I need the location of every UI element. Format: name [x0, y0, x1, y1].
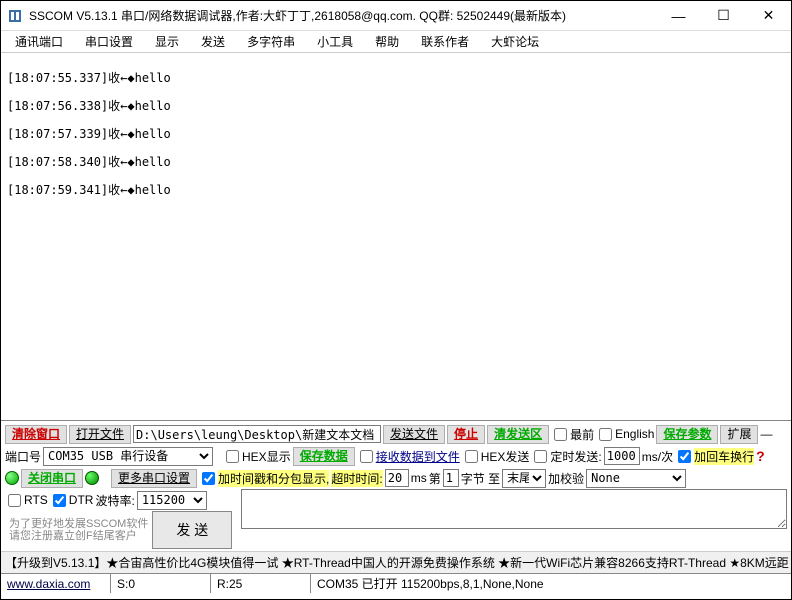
timed-send-checkbox[interactable]	[534, 450, 547, 463]
minimize-button[interactable]: —	[656, 1, 701, 30]
save-data-button[interactable]: 保存数据	[293, 447, 355, 466]
menu-serial-settings[interactable]: 串口设置	[75, 31, 143, 52]
topmost-checkbox[interactable]	[554, 428, 567, 441]
maximize-button[interactable]: ☐	[701, 1, 746, 30]
send-textarea[interactable]	[241, 489, 787, 529]
close-port-button[interactable]: 关闭串口	[21, 469, 83, 488]
menu-contact[interactable]: 联系作者	[411, 31, 479, 52]
extend-dash: —	[760, 427, 772, 441]
file-path-input[interactable]	[133, 425, 381, 443]
dtr-label: DTR	[69, 493, 94, 507]
add-check-label: 加校验	[548, 470, 584, 487]
extend-button[interactable]: 扩展	[720, 425, 758, 444]
log-line: [18:07:55.337]收←◆hello	[7, 71, 785, 85]
menu-forum[interactable]: 大虾论坛	[481, 31, 549, 52]
port-label: 端口号	[5, 448, 41, 465]
status-url[interactable]: www.daxia.com	[1, 574, 111, 593]
timeout-label: 超时时间:	[331, 470, 382, 487]
baud-label: 波特率:	[95, 492, 134, 509]
timeout-input[interactable]	[385, 469, 409, 487]
hex-send-checkbox[interactable]	[465, 450, 478, 463]
open-file-button[interactable]: 打开文件	[69, 425, 131, 444]
status-connection: COM35 已打开 115200bps,8,1,None,None	[311, 574, 791, 593]
timestamp-label: 加时间戳和分包显示,	[218, 470, 329, 487]
nth-label: 第	[429, 470, 441, 487]
timestamp-checkbox[interactable]	[202, 472, 215, 485]
baud-select[interactable]: 115200	[137, 491, 207, 510]
add-crlf-label: 加回车换行	[694, 448, 754, 465]
english-label: English	[615, 427, 654, 441]
rts-label: RTS	[24, 493, 48, 507]
tail-select[interactable]: 末尾	[502, 469, 546, 488]
menu-display[interactable]: 显示	[145, 31, 189, 52]
log-line: [18:07:56.338]收←◆hello	[7, 99, 785, 113]
status-bar: www.daxia.com S:0 R:25 COM35 已打开 115200b…	[1, 573, 791, 593]
send-file-button[interactable]: 发送文件	[383, 425, 445, 444]
timed-send-label: 定时发送:	[550, 448, 601, 465]
log-line: [18:07:58.340]收←◆hello	[7, 155, 785, 169]
recv-to-file-checkbox[interactable]	[360, 450, 373, 463]
window-buttons: — ☐ ✕	[656, 1, 791, 30]
nth-byte-input[interactable]	[443, 469, 459, 487]
english-checkbox[interactable]	[599, 428, 612, 441]
title-bar: SSCOM V5.13.1 串口/网络数据调试器,作者:大虾丁丁,2618058…	[1, 1, 791, 31]
menu-tools[interactable]: 小工具	[307, 31, 363, 52]
row-send: RTS DTR 波特率: 115200 为了更好地发展SSCOM软件 请您注册嘉…	[5, 489, 787, 549]
byte-to-label: 字节 至	[461, 470, 500, 487]
log-line: [18:07:59.341]收←◆hello	[7, 183, 785, 197]
menu-bar: 通讯端口 串口设置 显示 发送 多字符串 小工具 帮助 联系作者 大虾论坛	[1, 31, 791, 53]
app-icon	[7, 8, 23, 24]
row-port: 端口号 COM35 USB 串行设备 HEX显示 保存数据 接收数据到文件 HE…	[5, 445, 787, 467]
register-note: 为了更好地发展SSCOM软件 请您注册嘉立创F结尾客户	[5, 516, 152, 544]
menu-help[interactable]: 帮助	[365, 31, 409, 52]
checksum-select[interactable]: None	[586, 469, 686, 488]
add-crlf-checkbox[interactable]	[678, 450, 691, 463]
activity-led-icon	[85, 471, 99, 485]
menu-multistring[interactable]: 多字符串	[237, 31, 305, 52]
clear-window-button[interactable]: 清除窗口	[5, 425, 67, 444]
ms-label: ms	[411, 471, 427, 485]
more-settings-button[interactable]: 更多串口设置	[111, 469, 197, 488]
dtr-checkbox[interactable]	[53, 494, 66, 507]
status-received: R:25	[211, 574, 311, 593]
promo-bar: 【升级到V5.13.1】★合宙高性价比4G模块值得一试 ★RT-Thread中国…	[1, 551, 791, 573]
close-button[interactable]: ✕	[746, 1, 791, 30]
window-title: SSCOM V5.13.1 串口/网络数据调试器,作者:大虾丁丁,2618058…	[29, 7, 656, 24]
interval-unit-label: ms/次	[642, 448, 673, 465]
send-button[interactable]: 发 送	[152, 511, 232, 549]
topmost-label: 最前	[570, 426, 594, 443]
hex-display-label: HEX显示	[242, 448, 291, 465]
controls-panel: 清除窗口 打开文件 发送文件 停止 清发送区 最前 English 保存参数 扩…	[1, 421, 791, 551]
row-connection: 关闭串口 更多串口设置 加时间戳和分包显示, 超时时间: ms 第 字节 至 末…	[5, 467, 787, 489]
stop-button[interactable]: 停止	[447, 425, 485, 444]
log-line: [18:07:57.339]收←◆hello	[7, 127, 785, 141]
rts-checkbox[interactable]	[8, 494, 21, 507]
port-status-led-icon	[5, 471, 19, 485]
save-params-button[interactable]: 保存参数	[656, 425, 718, 444]
clear-send-area-button[interactable]: 清发送区	[487, 425, 549, 444]
status-sent: S:0	[111, 574, 211, 593]
interval-input[interactable]	[604, 447, 640, 465]
port-select[interactable]: COM35 USB 串行设备	[43, 447, 213, 466]
log-output[interactable]: [18:07:55.337]收←◆hello [18:07:56.338]收←◆…	[1, 53, 791, 421]
hex-send-label: HEX发送	[481, 448, 530, 465]
row-file: 清除窗口 打开文件 发送文件 停止 清发送区 最前 English 保存参数 扩…	[5, 423, 787, 445]
help-icon[interactable]: ?	[756, 448, 765, 464]
hex-display-checkbox[interactable]	[226, 450, 239, 463]
menu-port[interactable]: 通讯端口	[5, 31, 73, 52]
menu-send[interactable]: 发送	[191, 31, 235, 52]
recv-to-file-label: 接收数据到文件	[376, 448, 460, 465]
